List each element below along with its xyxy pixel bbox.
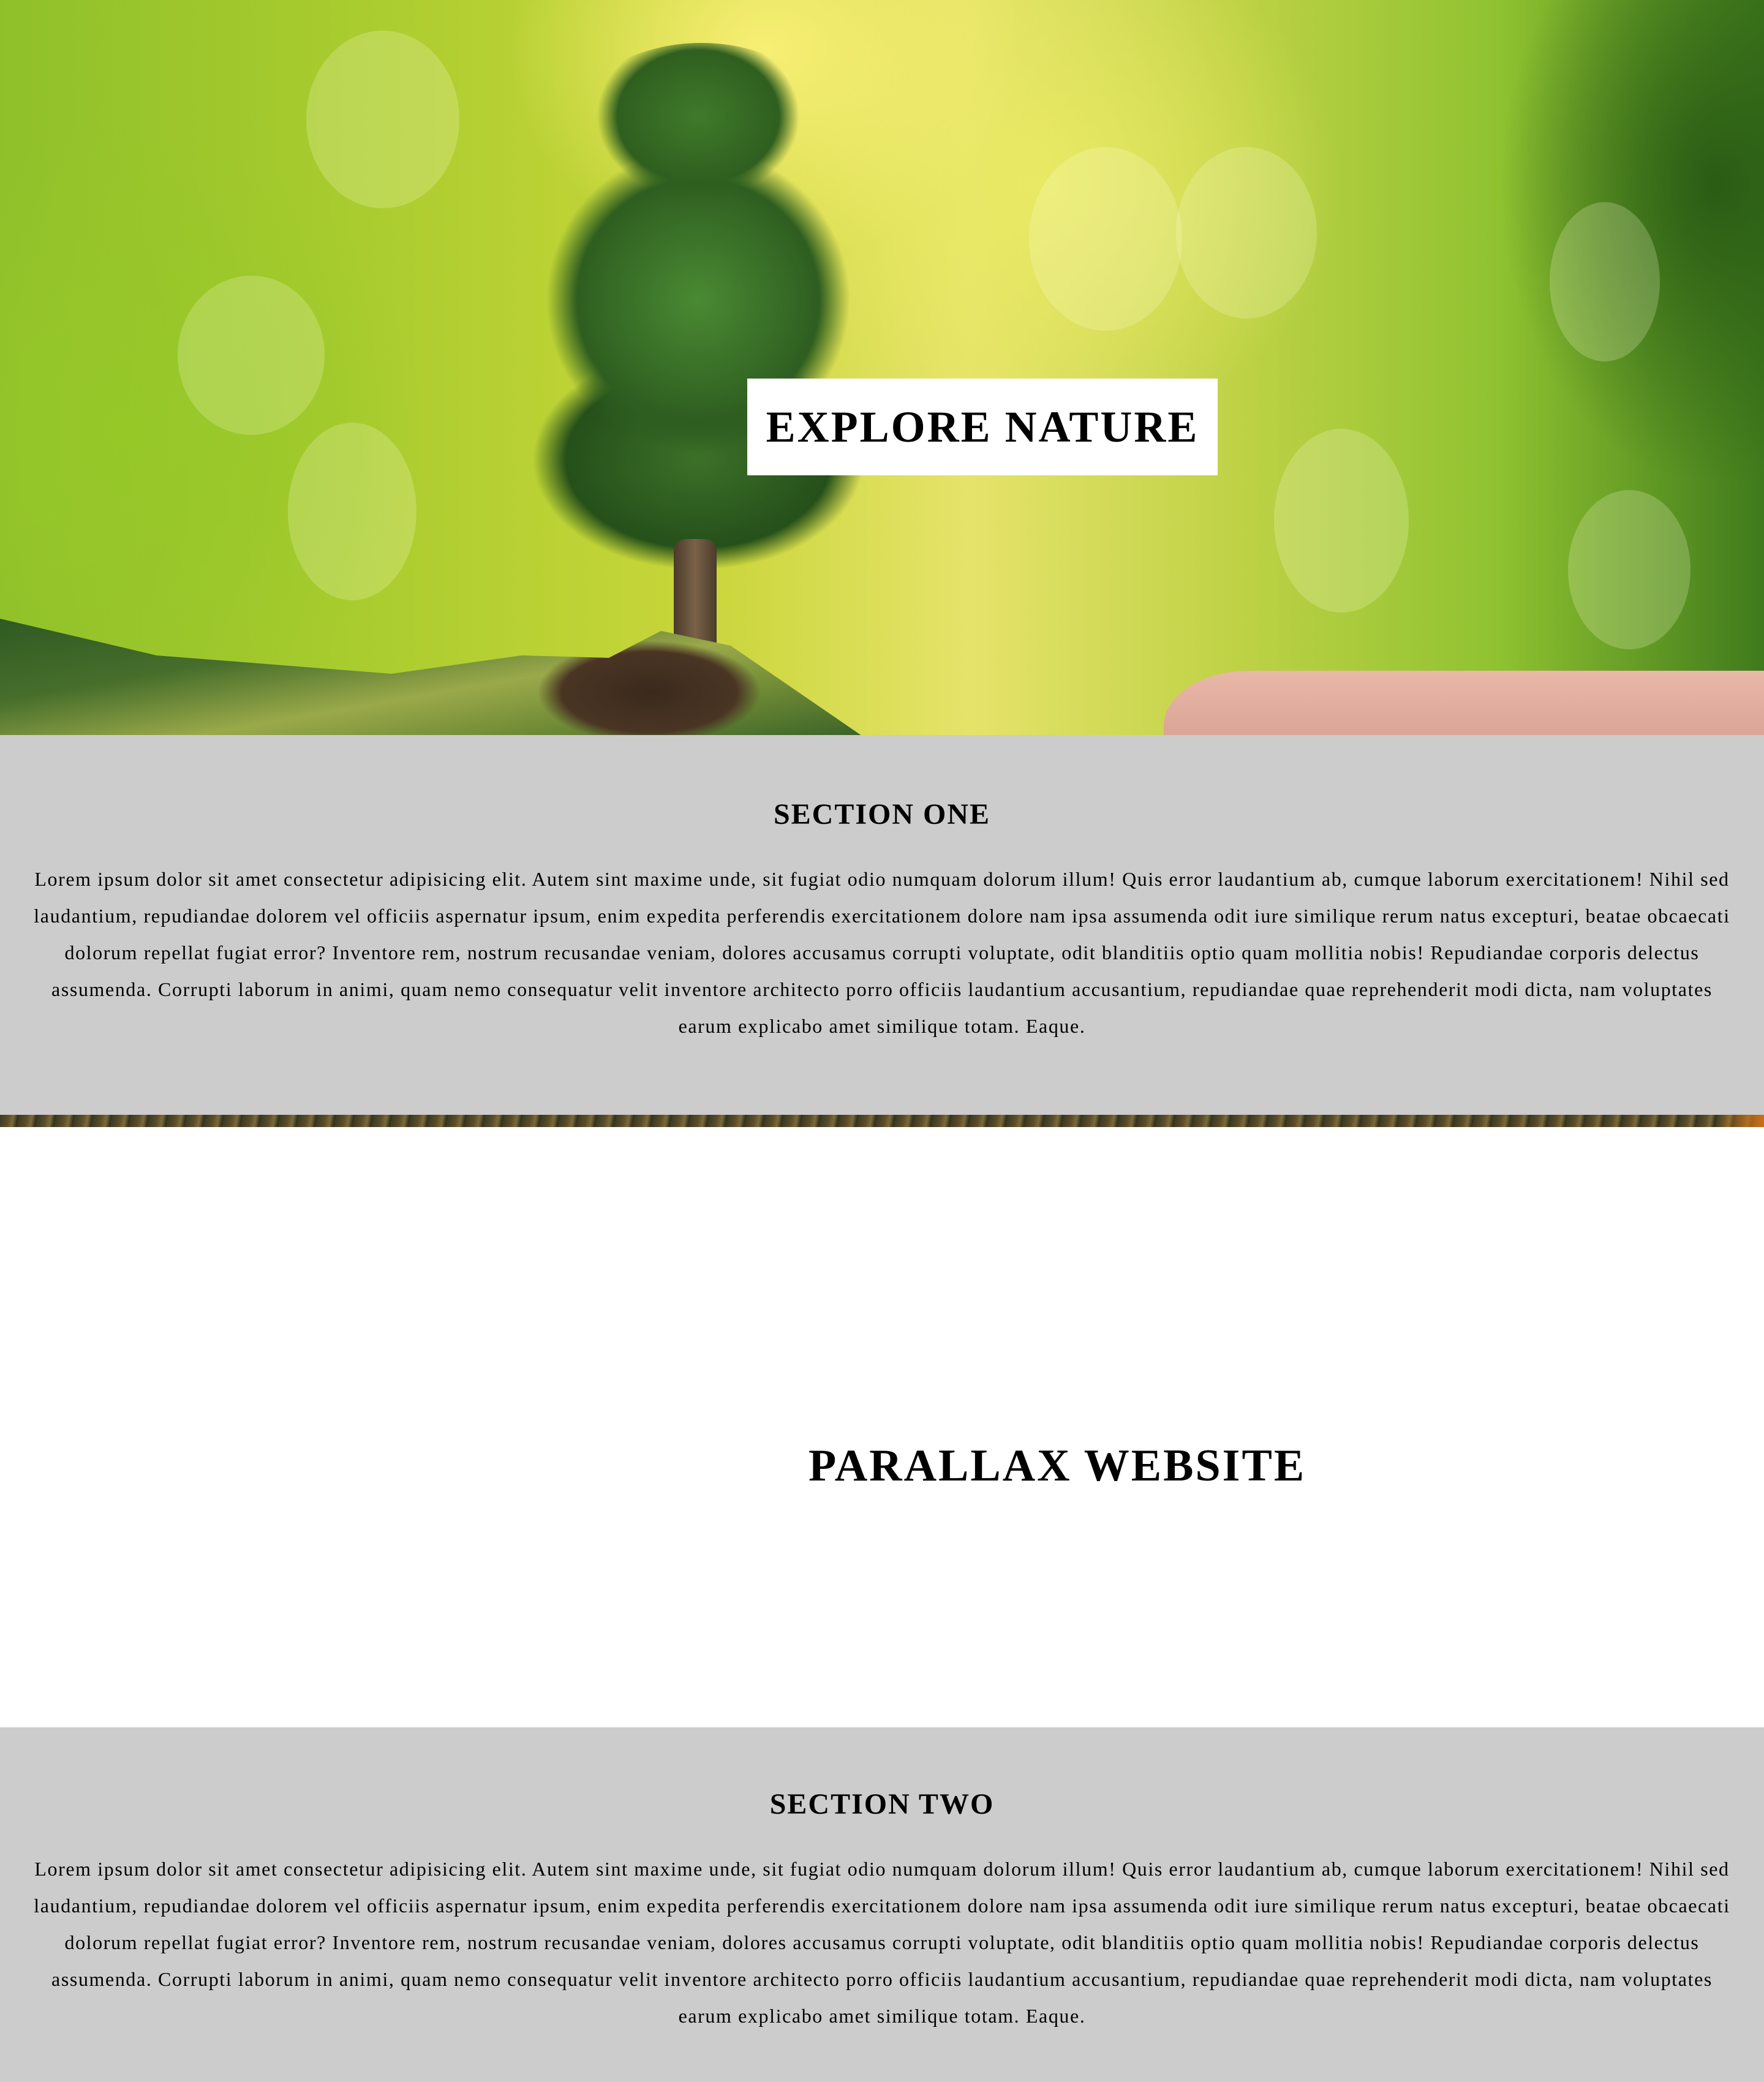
bokeh-light — [178, 276, 325, 435]
section-two-heading: SECTION TWO — [769, 1788, 995, 1820]
bokeh-light — [1274, 429, 1409, 613]
bokeh-light — [306, 31, 459, 208]
section-one-heading: SECTION ONE — [773, 798, 991, 831]
bokeh-light — [288, 423, 417, 600]
hand-image — [1164, 671, 1764, 735]
tree-crown-image — [475, 43, 928, 594]
bokeh-light — [1550, 202, 1660, 361]
parallax-block — [0, 1127, 1764, 1727]
bokeh-light — [1568, 490, 1691, 649]
bokeh-light — [1176, 147, 1317, 319]
parallax-title: PARALLAX WEBSITE — [809, 1441, 1306, 1491]
hero-title-box: EXPLORE NATURE — [747, 379, 1218, 475]
parallax-image-strip — [0, 1115, 1764, 1127]
section-one-text: Lorem ipsum dolor sit amet consectetur a… — [34, 868, 1730, 1037]
hero-banner: EXPLORE NATURE — [0, 0, 1764, 735]
section-one: SECTION ONE Lorem ipsum dolor sit amet c… — [0, 735, 1764, 1115]
section-two-text: Lorem ipsum dolor sit amet consectetur a… — [34, 1858, 1730, 2027]
bokeh-light — [1029, 147, 1182, 331]
hero-title: EXPLORE NATURE — [766, 402, 1199, 451]
section-two: SECTION TWO Lorem ipsum dolor sit amet c… — [0, 1727, 1764, 2082]
soil-and-fern-image — [0, 619, 870, 735]
